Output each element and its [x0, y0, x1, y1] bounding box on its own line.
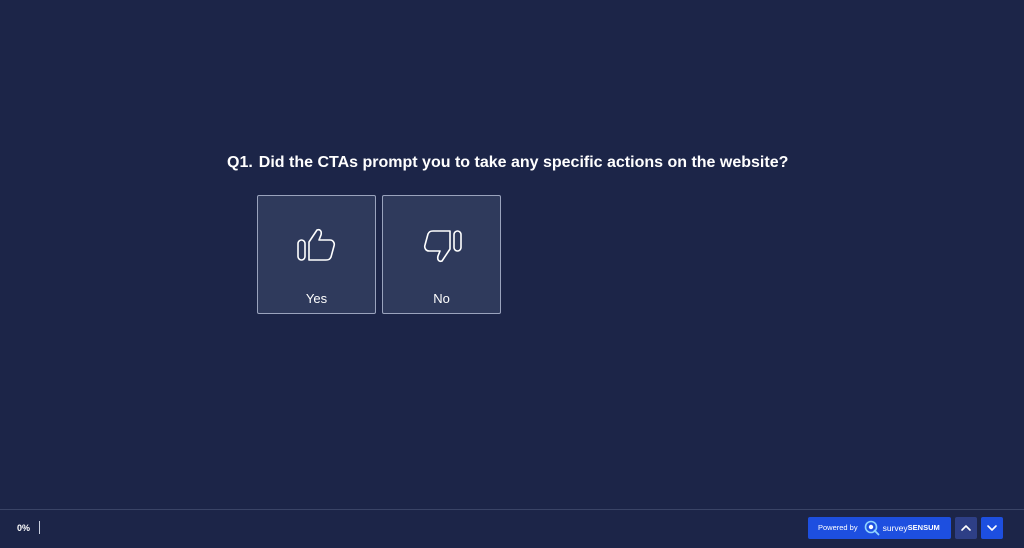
powered-by-text: Powered by: [818, 523, 858, 532]
brand-name-part2: SENSUM: [907, 523, 940, 532]
progress-divider: [39, 521, 40, 534]
brand-name-part1: survey: [882, 523, 908, 533]
survey-footer: 0% Powered by survey SENSUM: [0, 509, 1024, 548]
thumbs-down-icon: [423, 230, 462, 263]
surveysensum-logo: survey SENSUM: [864, 520, 940, 536]
question-text: Did the CTAs prompt you to take any spec…: [258, 154, 789, 171]
option-yes[interactable]: Yes: [257, 195, 376, 314]
chevron-down-icon: [987, 525, 997, 531]
option-yes-label: Yes: [305, 291, 328, 306]
answer-options: Yes No: [257, 195, 501, 314]
question-number: Q1.: [227, 154, 253, 171]
powered-by-badge[interactable]: Powered by survey SENSUM: [808, 517, 951, 539]
thumbs-up-icon: [296, 228, 335, 261]
chevron-up-icon: [961, 525, 971, 531]
previous-question-button[interactable]: [955, 517, 977, 539]
surveysensum-logo-icon: [864, 520, 880, 536]
next-question-button[interactable]: [981, 517, 1003, 539]
progress-text: 0%: [17, 523, 31, 533]
option-no-label: No: [433, 291, 450, 306]
option-no[interactable]: No: [382, 195, 501, 314]
question-title: Q1. Did the CTAs prompt you to take any s…: [227, 153, 788, 173]
